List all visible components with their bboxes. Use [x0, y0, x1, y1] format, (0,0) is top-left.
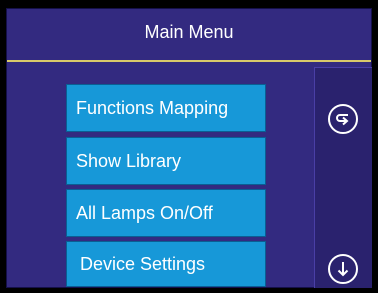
functions-mapping-button[interactable]: Functions Mapping: [66, 84, 266, 132]
device-settings-label: Device Settings: [80, 253, 206, 274]
show-library-button[interactable]: Show Library: [66, 137, 266, 185]
down-arrow-icon: [337, 262, 349, 277]
title-bar: Main Menu: [7, 9, 371, 60]
show-library-label: Show Library: [76, 150, 182, 171]
back-button[interactable]: [328, 104, 358, 134]
back-arrow-icon: [336, 114, 349, 126]
functions-mapping-label: Functions Mapping: [76, 97, 229, 118]
scroll-down-button[interactable]: [328, 254, 358, 284]
page-title: Main Menu: [144, 22, 234, 42]
title-divider: [7, 60, 371, 62]
side-panel: [314, 67, 372, 288]
all-lamps-toggle-button[interactable]: All Lamps On/Off: [66, 189, 266, 237]
device-screen: Main Menu Functions Mapping Show Library…: [0, 0, 378, 293]
device-settings-button[interactable]: Device Settings: [66, 241, 266, 287]
main-menu-window: Main Menu Functions Mapping Show Library…: [6, 8, 372, 288]
all-lamps-label: All Lamps On/Off: [76, 202, 213, 223]
